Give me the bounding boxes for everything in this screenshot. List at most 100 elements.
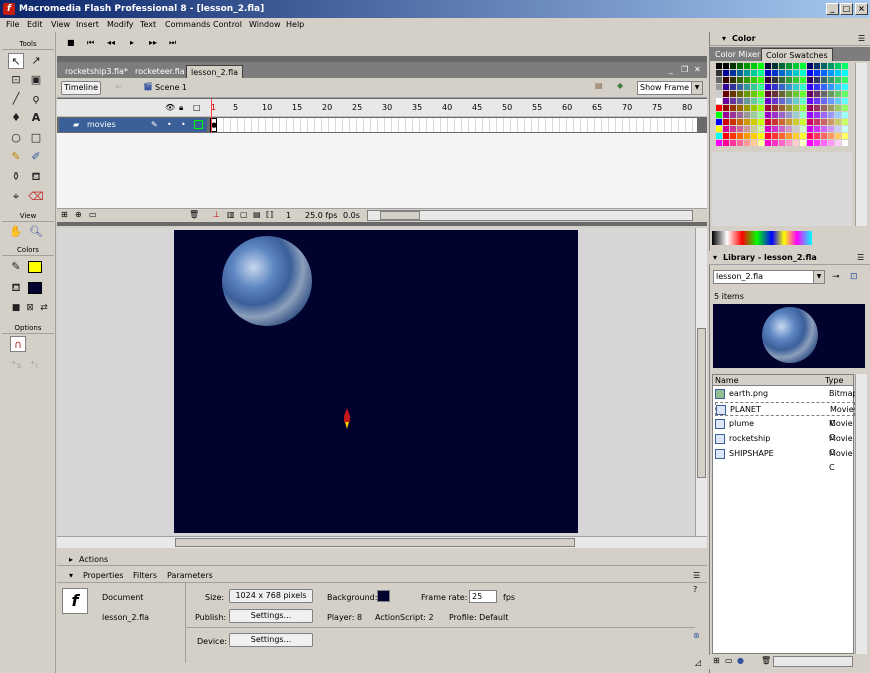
- color-swatch[interactable]: [835, 63, 841, 69]
- tab-rocketship3[interactable]: rocketship3.fla*: [61, 65, 132, 78]
- color-swatch[interactable]: [737, 126, 743, 132]
- color-swatch[interactable]: [821, 105, 827, 111]
- color-swatch[interactable]: [779, 98, 785, 104]
- color-swatch[interactable]: [758, 112, 764, 118]
- close-button[interactable]: ×: [855, 3, 868, 15]
- color-swatch[interactable]: [821, 126, 827, 132]
- library-item-rocketship[interactable]: rocketship Movie C: [715, 432, 855, 457]
- publish-settings-button[interactable]: Settings...: [229, 609, 313, 623]
- color-swatch[interactable]: [716, 63, 722, 69]
- scroll-thumb[interactable]: [175, 538, 575, 547]
- color-swatch[interactable]: [772, 70, 778, 76]
- swap-colors-icon[interactable]: ⇄: [36, 300, 52, 316]
- color-swatch[interactable]: [835, 133, 841, 139]
- color-swatch[interactable]: [779, 133, 785, 139]
- color-swatch[interactable]: [716, 91, 722, 97]
- pen-tool-icon[interactable]: ♦: [8, 110, 24, 126]
- step-forward-icon[interactable]: ▸▸: [149, 38, 157, 47]
- color-swatch[interactable]: [772, 98, 778, 104]
- color-swatch[interactable]: [821, 77, 827, 83]
- doc-restore-icon[interactable]: ❐: [681, 65, 688, 74]
- color-swatch[interactable]: [800, 133, 806, 139]
- color-swatch[interactable]: [723, 84, 729, 90]
- library-panel-header[interactable]: ▾ Library - lesson_2.fla ☰: [709, 251, 870, 265]
- color-swatch[interactable]: [758, 140, 764, 146]
- insert-layer-icon[interactable]: ⊞: [61, 210, 68, 219]
- color-swatch[interactable]: [779, 91, 785, 97]
- color-swatch[interactable]: [730, 126, 736, 132]
- color-swatch[interactable]: [744, 140, 750, 146]
- color-swatch[interactable]: [821, 98, 827, 104]
- color-swatch[interactable]: [821, 70, 827, 76]
- earth-image[interactable]: [222, 236, 312, 326]
- color-swatch[interactable]: [835, 105, 841, 111]
- color-swatch[interactable]: [814, 70, 820, 76]
- color-swatch[interactable]: [772, 119, 778, 125]
- panel-menu-icon[interactable]: ☰: [857, 251, 864, 265]
- color-swatch[interactable]: [814, 98, 820, 104]
- color-swatch[interactable]: [842, 63, 848, 69]
- color-swatch[interactable]: [730, 98, 736, 104]
- color-swatch[interactable]: [737, 140, 743, 146]
- color-swatch[interactable]: [793, 105, 799, 111]
- color-swatch[interactable]: [786, 84, 792, 90]
- stroke-color-icon[interactable]: ✎: [8, 259, 24, 275]
- outline-icon[interactable]: □: [193, 103, 201, 112]
- color-swatch[interactable]: [793, 84, 799, 90]
- background-color-swatch[interactable]: [377, 590, 390, 602]
- color-swatch[interactable]: [723, 63, 729, 69]
- color-swatch[interactable]: [800, 105, 806, 111]
- color-swatch[interactable]: [716, 140, 722, 146]
- color-swatch[interactable]: [751, 63, 757, 69]
- color-swatch[interactable]: [730, 105, 736, 111]
- color-swatch[interactable]: [828, 133, 834, 139]
- eye-icon[interactable]: 👁︎: [165, 103, 175, 112]
- color-swatch[interactable]: [800, 98, 806, 104]
- color-swatch[interactable]: [765, 98, 771, 104]
- color-swatch[interactable]: [730, 84, 736, 90]
- color-swatch[interactable]: [716, 77, 722, 83]
- outline-color-icon[interactable]: [194, 120, 203, 129]
- color-swatch[interactable]: [730, 77, 736, 83]
- snap-magnet-icon[interactable]: ∩: [10, 336, 26, 352]
- color-swatch[interactable]: [835, 77, 841, 83]
- color-swatch[interactable]: [793, 126, 799, 132]
- color-swatch[interactable]: [821, 112, 827, 118]
- color-swatch[interactable]: [800, 140, 806, 146]
- zoom-tool-icon[interactable]: 🔍︎: [28, 224, 44, 240]
- color-swatch[interactable]: [800, 126, 806, 132]
- color-swatch[interactable]: [765, 133, 771, 139]
- color-swatch[interactable]: [772, 105, 778, 111]
- color-swatch[interactable]: [751, 126, 757, 132]
- fill-transform-icon[interactable]: ▣: [28, 72, 44, 88]
- color-swatch[interactable]: [828, 91, 834, 97]
- color-swatch[interactable]: [807, 119, 813, 125]
- color-swatch[interactable]: [751, 133, 757, 139]
- pin-library-icon[interactable]: ⊸: [832, 272, 840, 282]
- size-button[interactable]: 1024 x 768 pixels: [229, 589, 313, 603]
- zoom-select[interactable]: Show Frame ▼: [637, 81, 703, 95]
- swatch-scrollbar[interactable]: [855, 63, 867, 226]
- color-swatch[interactable]: [751, 84, 757, 90]
- text-tool-icon[interactable]: A: [28, 110, 44, 126]
- go-to-end-icon[interactable]: ⏭: [169, 38, 176, 48]
- color-swatch[interactable]: [751, 98, 757, 104]
- color-swatch[interactable]: [758, 70, 764, 76]
- menu-modify[interactable]: Modify: [107, 18, 134, 32]
- insert-folder-icon[interactable]: ▭: [89, 210, 97, 219]
- chevron-down-icon[interactable]: ▼: [813, 271, 824, 283]
- delete-layer-icon[interactable]: 🗑︎: [189, 210, 199, 219]
- collapse-arrow-icon[interactable]: ▾: [69, 571, 73, 580]
- color-swatch[interactable]: [772, 140, 778, 146]
- tab-lesson-2[interactable]: lesson_2.fla: [186, 65, 244, 78]
- color-swatch[interactable]: [786, 70, 792, 76]
- color-swatch[interactable]: [716, 98, 722, 104]
- color-swatch[interactable]: [716, 105, 722, 111]
- panel-menu-icon[interactable]: ☰: [858, 32, 865, 46]
- color-swatch[interactable]: [835, 140, 841, 146]
- tab-rocketeer[interactable]: rocketeer.fla: [131, 65, 189, 78]
- panel-menu-icon[interactable]: ☰: [693, 571, 700, 580]
- color-panel-header[interactable]: ▾ Color ☰: [710, 32, 870, 46]
- color-swatch[interactable]: [842, 77, 848, 83]
- color-swatch[interactable]: [737, 70, 743, 76]
